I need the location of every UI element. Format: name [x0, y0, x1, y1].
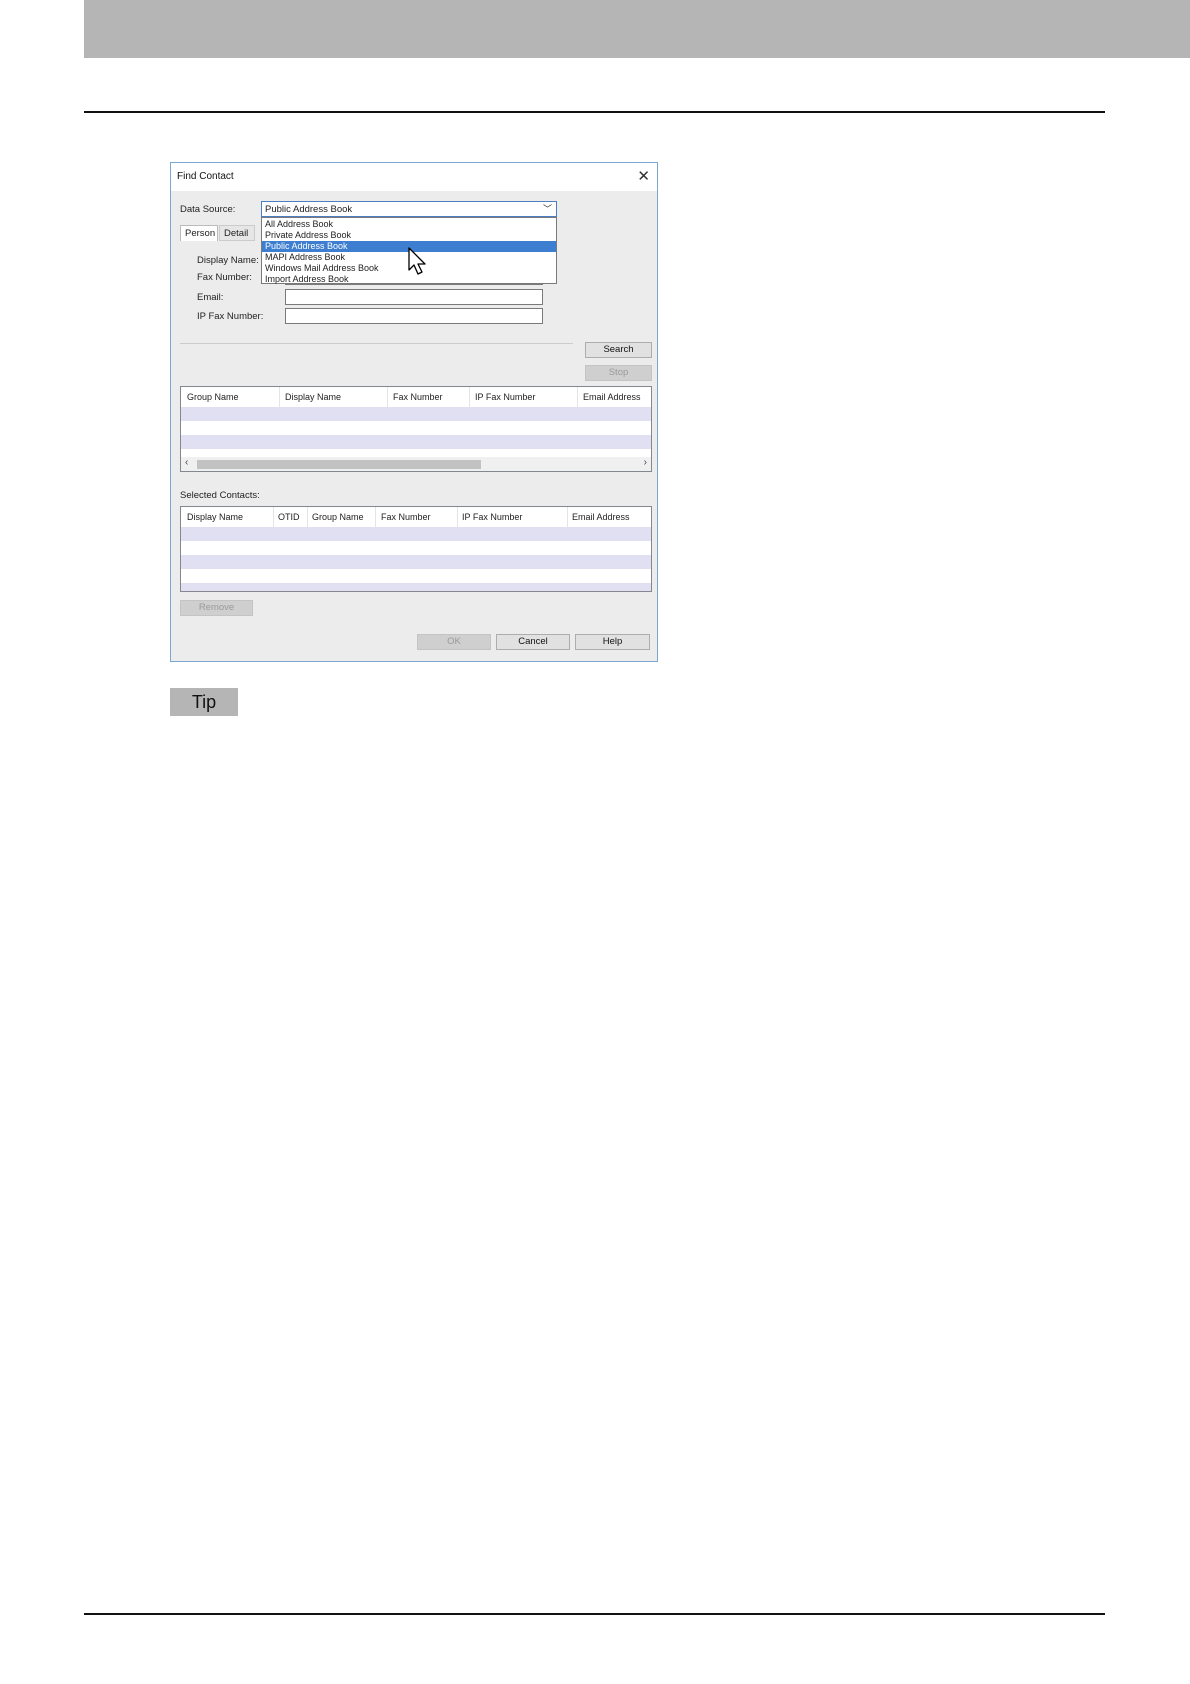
email-field[interactable]	[285, 289, 543, 305]
selected-col-fax-number[interactable]: Fax Number	[381, 512, 431, 522]
results-horizontal-scrollbar[interactable]: ‹ ›	[181, 457, 651, 471]
close-icon[interactable]: ✕	[637, 167, 650, 185]
page-header-bar	[84, 0, 1190, 58]
results-col-ip-fax-number[interactable]: IP Fax Number	[475, 392, 535, 402]
stop-button[interactable]: Stop	[585, 365, 652, 381]
search-button[interactable]: Search	[585, 342, 652, 358]
scrollbar-thumb[interactable]	[197, 460, 481, 469]
results-header: Group Name Display Name Fax Number IP Fa…	[181, 387, 651, 407]
selected-col-display-name[interactable]: Display Name	[187, 512, 243, 522]
tip-label: Tip	[170, 688, 238, 716]
ok-button[interactable]: OK	[417, 634, 491, 650]
selected-col-email-address[interactable]: Email Address	[572, 512, 630, 522]
chevron-down-icon: ﹀	[542, 204, 552, 214]
table-row[interactable]	[181, 435, 651, 449]
mouse-pointer-icon	[408, 247, 426, 275]
remove-button[interactable]: Remove	[180, 600, 253, 616]
table-row[interactable]	[181, 541, 651, 555]
data-source-value: Public Address Book	[265, 204, 353, 215]
table-row[interactable]	[181, 583, 651, 591]
cancel-button[interactable]: Cancel	[496, 634, 570, 650]
table-row[interactable]	[181, 421, 651, 435]
dialog-title: Find Contact	[177, 171, 234, 182]
fax-number-label: Fax Number:	[197, 272, 252, 283]
email-label: Email:	[197, 292, 224, 303]
results-col-fax-number[interactable]: Fax Number	[393, 392, 443, 402]
help-button[interactable]: Help	[575, 634, 650, 650]
option-all-address-book[interactable]: All Address Book	[262, 219, 556, 230]
table-row[interactable]	[181, 407, 651, 421]
results-col-email-address[interactable]: Email Address	[583, 392, 641, 402]
results-col-group-name[interactable]: Group Name	[187, 392, 239, 402]
tab-person-label: Person	[185, 228, 216, 239]
tab-person[interactable]: Person	[180, 225, 218, 241]
top-rule	[84, 111, 1105, 113]
selected-contacts-label: Selected Contacts:	[180, 490, 260, 501]
selected-col-ip-fax-number[interactable]: IP Fax Number	[462, 512, 522, 522]
ip-fax-number-label: IP Fax Number:	[197, 311, 264, 322]
selected-col-group-name[interactable]: Group Name	[312, 512, 364, 522]
scroll-left-icon[interactable]: ‹	[185, 457, 188, 468]
dialog-titlebar: Find Contact ✕	[171, 163, 657, 191]
results-col-display-name[interactable]: Display Name	[285, 392, 341, 402]
tab-detail-label: Detail Se	[224, 228, 249, 240]
tab-detail-search[interactable]: Detail Se	[219, 225, 255, 241]
table-row[interactable]	[181, 569, 651, 583]
find-contact-dialog: Find Contact ✕ Data Source: Public Addre…	[170, 162, 658, 662]
ip-fax-number-field[interactable]	[285, 308, 543, 324]
selected-contacts-grid[interactable]: Display Name OTID Group Name Fax Number …	[180, 506, 652, 592]
selected-header: Display Name OTID Group Name Fax Number …	[181, 507, 651, 527]
display-name-label: Display Name:	[197, 255, 259, 266]
scroll-right-icon[interactable]: ›	[644, 457, 647, 468]
table-row[interactable]	[181, 527, 651, 541]
data-source-select[interactable]: Public Address Book ﹀	[261, 201, 557, 217]
selected-col-otid[interactable]: OTID	[278, 512, 300, 522]
search-results-grid[interactable]: Group Name Display Name Fax Number IP Fa…	[180, 386, 652, 472]
bottom-rule	[84, 1613, 1105, 1615]
table-row[interactable]	[181, 555, 651, 569]
option-private-address-book[interactable]: Private Address Book	[262, 230, 556, 241]
data-source-label: Data Source:	[180, 204, 236, 215]
